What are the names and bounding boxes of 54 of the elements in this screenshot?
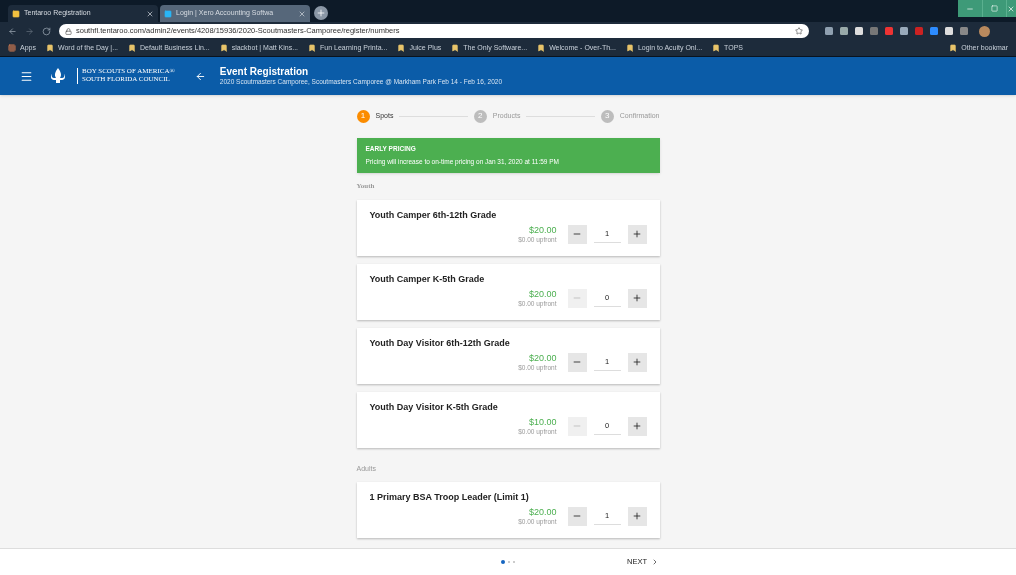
bookmark-icon[interactable]	[451, 44, 460, 52]
ticket-price: $20.00	[528, 352, 557, 364]
plus-icon	[632, 421, 642, 432]
bookmark-icon[interactable]	[397, 44, 406, 52]
increment-button[interactable]	[627, 416, 647, 436]
close-icon[interactable]	[146, 9, 154, 18]
bookmark-icon[interactable]	[128, 44, 136, 52]
bookmark-icon[interactable]	[45, 44, 54, 52]
ticket-price: $20.00	[528, 288, 557, 300]
close-icon	[1007, 4, 1015, 13]
folder-icon[interactable]	[949, 44, 958, 52]
restore-button[interactable]	[982, 0, 1006, 17]
close-button[interactable]	[1006, 0, 1016, 17]
close-icon[interactable]	[298, 9, 306, 18]
forward-icon[interactable]	[25, 26, 34, 36]
plus-icon	[316, 8, 326, 18]
plus-icon	[632, 511, 642, 522]
decrement-button[interactable]	[567, 506, 587, 526]
bookmark-icon[interactable]	[625, 44, 634, 52]
chevron-right-icon	[651, 558, 659, 566]
increment-button[interactable]	[627, 352, 647, 372]
increment-button[interactable]	[627, 224, 647, 244]
ticket-price: $20.00	[528, 224, 557, 236]
reload-icon[interactable]	[42, 26, 51, 36]
bookmark-icon[interactable]	[537, 44, 546, 52]
plus-icon	[632, 293, 642, 304]
ticket-name: Youth Camper K-5th Grade	[369, 273, 486, 286]
ticket-price: $10.00	[528, 416, 557, 428]
restore-icon	[991, 5, 998, 12]
bookmark-icon[interactable]	[219, 44, 228, 52]
ticket-price: $20.00	[528, 506, 557, 518]
back-arrow-icon[interactable]	[194, 70, 206, 82]
bookmark-icon[interactable]	[712, 44, 721, 52]
back-icon[interactable]	[8, 26, 17, 36]
ticket-name: 1 Primary BSA Troop Leader (Limit 1)	[369, 491, 530, 504]
ticket-name: Youth Day Visitor 6th-12th Grade	[369, 337, 511, 350]
increment-button[interactable]	[627, 506, 647, 526]
lock-icon	[65, 27, 72, 35]
plus-icon	[632, 357, 642, 368]
ticket-name: Youth Day Visitor K-5th Grade	[369, 401, 499, 414]
bookmark-icon[interactable]	[308, 44, 317, 52]
ticket-name: Youth Camper 6th-12th Grade	[369, 209, 498, 222]
page-title: Event Registration	[219, 66, 310, 79]
increment-button[interactable]	[627, 288, 647, 308]
page-icon	[164, 9, 172, 18]
plus-icon	[632, 229, 642, 240]
menu-icon[interactable]	[20, 69, 33, 83]
star-icon[interactable]	[795, 27, 803, 35]
decrement-button[interactable]	[567, 352, 587, 372]
decrement-button[interactable]	[567, 224, 587, 244]
profile-avatar[interactable]	[979, 25, 990, 37]
fleur-de-lis-logo-icon	[49, 67, 67, 85]
new-tab-button[interactable]	[314, 6, 328, 20]
page-icon	[12, 9, 20, 18]
